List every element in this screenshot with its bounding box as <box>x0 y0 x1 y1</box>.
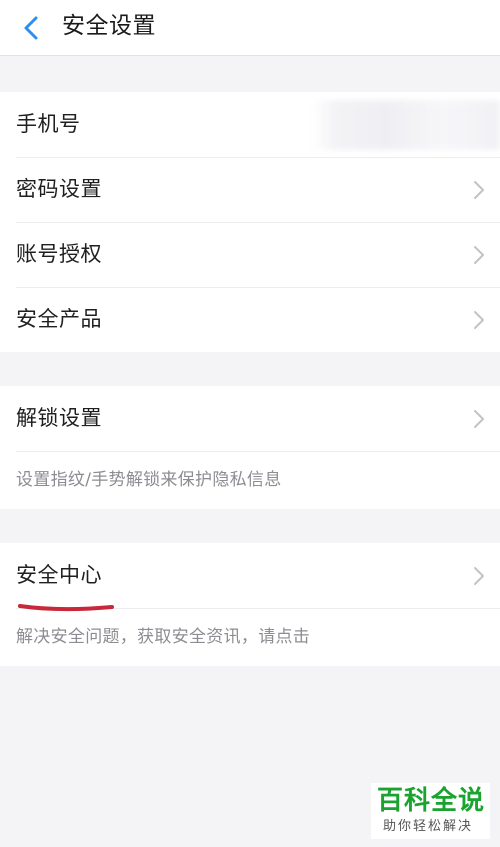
chevron-left-icon <box>24 16 38 40</box>
row-label: 账号授权 <box>16 242 102 266</box>
row-label: 密码设置 <box>16 177 102 201</box>
row-password-settings[interactable]: 密码设置 <box>0 157 500 222</box>
unlock-hint-text: 设置指纹/手势解锁来保护隐私信息 <box>16 470 282 490</box>
chevron-right-icon <box>472 309 486 331</box>
row-phone-number[interactable]: 手机号 <box>0 92 500 157</box>
row-label: 手机号 <box>16 112 81 136</box>
security-center-hint-row: 解决安全问题，获取安全资讯，请点击 <box>0 608 500 666</box>
chevron-right-icon <box>472 565 486 587</box>
security-settings-screen: 安全设置 手机号 密码设置 账号授权 安全产品 解锁设置 设置指纹/手势解锁来保… <box>0 0 500 847</box>
chevron-right-icon <box>472 408 486 430</box>
row-unlock-settings[interactable]: 解锁设置 <box>0 386 500 451</box>
row-label: 安全中心 <box>16 563 102 587</box>
unlock-group: 解锁设置 设置指纹/手势解锁来保护隐私信息 <box>0 386 500 509</box>
chevron-right-icon <box>472 179 486 201</box>
watermark-title: 百科全说 <box>377 786 486 816</box>
security-center-hint-text: 解决安全问题，获取安全资讯，请点击 <box>16 627 311 647</box>
redacted-phone-value <box>312 100 500 150</box>
red-underline-annotation <box>18 604 114 612</box>
row-label: 安全产品 <box>16 307 102 331</box>
watermark-subtitle: 助你轻松解决 <box>383 819 474 834</box>
row-account-authorization[interactable]: 账号授权 <box>0 222 500 287</box>
unlock-hint-row: 设置指纹/手势解锁来保护隐私信息 <box>0 451 500 509</box>
page-title: 安全设置 <box>62 13 156 39</box>
watermark-logo: 百科全说 助你轻松解决 <box>371 783 490 839</box>
back-button[interactable] <box>14 10 50 46</box>
row-security-center[interactable]: 安全中心 <box>0 543 500 608</box>
top-bar: 安全设置 <box>0 0 500 56</box>
account-group: 手机号 密码设置 账号授权 安全产品 <box>0 92 500 352</box>
row-security-products[interactable]: 安全产品 <box>0 287 500 352</box>
chevron-right-icon <box>472 244 486 266</box>
row-label: 解锁设置 <box>16 406 102 430</box>
